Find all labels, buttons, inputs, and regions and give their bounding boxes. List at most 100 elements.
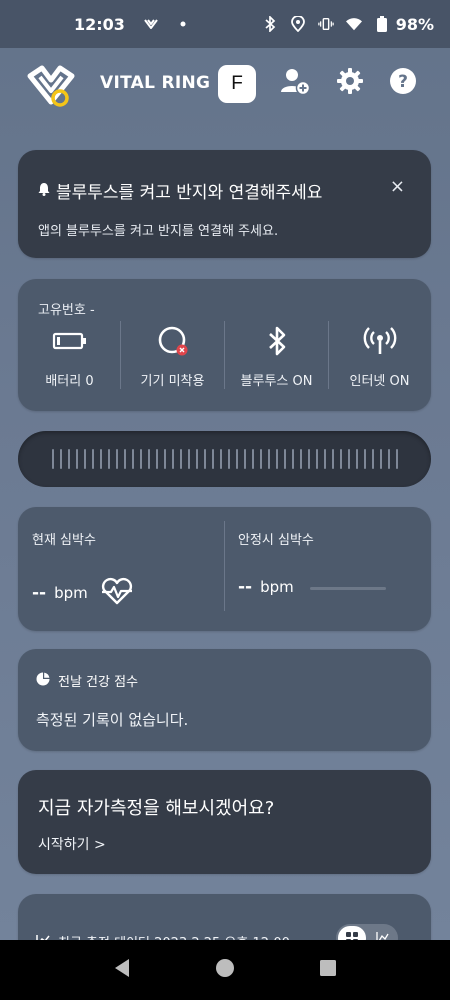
wave-tick xyxy=(115,449,118,469)
device-status-card: 고유번호 - 배터리 0 기기 미착용 블루투스 ON 인터넷 ON xyxy=(18,279,431,411)
wave-tick xyxy=(251,449,254,469)
current-hr-unit: bpm xyxy=(54,584,88,602)
app-screen: VITAL RING F ? 블루투스를 켜고 반지와 연결해주세요 × 앱의 … xyxy=(0,48,450,940)
status-time: 12:03 xyxy=(74,14,125,34)
wave-tick xyxy=(395,449,398,469)
recent-data-title: 최근 측정 데이터 2023.2.25 오후 12:00 xyxy=(58,932,290,940)
health-score-title: 전날 건강 점수 xyxy=(58,675,139,690)
heart-rate-card: 현재 심박수 -- bpm 안정시 심박수 -- bpm xyxy=(18,507,431,631)
gear-icon xyxy=(336,67,364,99)
alert-message: 앱의 블루투스를 켜고 반지를 연결해 주세요. xyxy=(38,224,279,239)
wearable-icon xyxy=(143,16,159,32)
wifi-icon xyxy=(345,16,362,32)
wear-status: 기기 미착용 xyxy=(121,325,224,389)
wave-tick xyxy=(315,449,318,469)
app-header: VITAL RING F ? xyxy=(0,48,450,124)
ring-wave-display xyxy=(18,431,431,487)
wave-tick xyxy=(323,449,326,469)
wave-tick xyxy=(347,449,350,469)
battery-empty-icon xyxy=(52,325,88,357)
profile-avatar[interactable]: F xyxy=(218,65,256,103)
wave-tick xyxy=(243,449,246,469)
home-button[interactable] xyxy=(210,955,240,985)
wave-tick xyxy=(131,449,134,469)
wave-tick xyxy=(179,449,182,469)
wave-tick xyxy=(139,449,142,469)
start-measure-link[interactable]: 시작하기 > xyxy=(38,834,106,854)
svg-text:?: ? xyxy=(398,72,408,92)
dot-icon xyxy=(175,16,191,32)
wave-tick xyxy=(99,449,102,469)
resting-hr-label: 안정시 심박수 xyxy=(238,533,314,548)
help-button[interactable]: ? xyxy=(388,68,418,98)
battery-label: 배터리 0 xyxy=(45,374,94,389)
wave-tick xyxy=(259,449,262,469)
wave-tick xyxy=(59,449,62,469)
add-user-icon xyxy=(281,67,311,99)
recent-data-card: 최근 측정 데이터 2023.2.25 오후 12:00 xyxy=(18,894,431,940)
grid-view-icon xyxy=(338,926,366,940)
current-hr-label: 현재 심박수 xyxy=(32,533,96,548)
recents-square-icon xyxy=(319,959,337,981)
wave-tick xyxy=(155,449,158,469)
pie-chart-icon xyxy=(36,672,50,690)
wave-tick xyxy=(83,449,86,469)
wave-tick xyxy=(195,449,198,469)
serial-number: 고유번호 - xyxy=(38,303,95,318)
back-button[interactable] xyxy=(107,955,137,985)
wave-tick xyxy=(299,449,302,469)
wave-tick xyxy=(67,449,70,469)
resting-hr-value: -- bpm xyxy=(238,577,294,597)
help-icon: ? xyxy=(389,67,417,99)
wave-tick xyxy=(307,449,310,469)
wave-tick xyxy=(387,449,390,469)
location-icon xyxy=(290,16,306,32)
current-hr-number: -- xyxy=(32,583,47,603)
settings-button[interactable] xyxy=(335,68,365,98)
battery-status: 배터리 0 xyxy=(18,325,121,389)
current-hr-value: -- bpm xyxy=(32,577,134,609)
heart-pulse-icon xyxy=(100,577,134,609)
app-title: VITAL RING xyxy=(100,73,211,93)
wave-tick xyxy=(371,449,374,469)
bell-icon xyxy=(38,181,50,201)
self-measure-card[interactable]: 지금 자가측정을 해보시겠어요? 시작하기 > xyxy=(18,770,431,874)
wave-tick xyxy=(227,449,230,469)
wave-tick xyxy=(163,449,166,469)
wave-tick xyxy=(211,449,214,469)
resting-hr-unit: bpm xyxy=(260,578,294,596)
internet-label: 인터넷 ON xyxy=(349,374,410,389)
battery-percent: 98% xyxy=(395,14,434,34)
wave-tick xyxy=(203,449,206,469)
bluetooth-status: 블루투스 ON xyxy=(225,325,328,389)
wave-tick xyxy=(275,449,278,469)
back-triangle-icon xyxy=(113,958,131,982)
divider xyxy=(224,521,225,611)
bluetooth-icon xyxy=(262,16,278,32)
recents-button[interactable] xyxy=(313,955,343,985)
ring-not-worn-icon xyxy=(156,325,190,357)
close-alert-button[interactable]: × xyxy=(390,176,405,197)
resting-hr-bar xyxy=(310,587,386,590)
view-toggle[interactable] xyxy=(336,924,398,940)
add-user-button[interactable] xyxy=(281,68,311,98)
home-circle-icon xyxy=(215,958,235,982)
wave-tick xyxy=(75,449,78,469)
wave-tick xyxy=(355,449,358,469)
wave-tick xyxy=(171,449,174,469)
health-score-card: 전날 건강 점수 측정된 기록이 없습니다. xyxy=(18,649,431,751)
wave-tick xyxy=(123,449,126,469)
vibrate-icon xyxy=(317,16,334,32)
wave-tick xyxy=(283,449,286,469)
wave-tick xyxy=(331,449,334,469)
close-icon: × xyxy=(389,176,405,197)
bluetooth-label: 블루투스 ON xyxy=(240,374,313,389)
wave-tick xyxy=(219,449,222,469)
battery-icon xyxy=(374,16,390,32)
vital-ring-logo-icon xyxy=(26,64,76,107)
wave-tick xyxy=(51,449,54,469)
wave-tick xyxy=(267,449,270,469)
system-navigation-bar xyxy=(0,940,450,1000)
alert-title: 블루투스를 켜고 반지와 연결해주세요 xyxy=(56,183,323,203)
bluetooth-icon xyxy=(266,325,288,357)
